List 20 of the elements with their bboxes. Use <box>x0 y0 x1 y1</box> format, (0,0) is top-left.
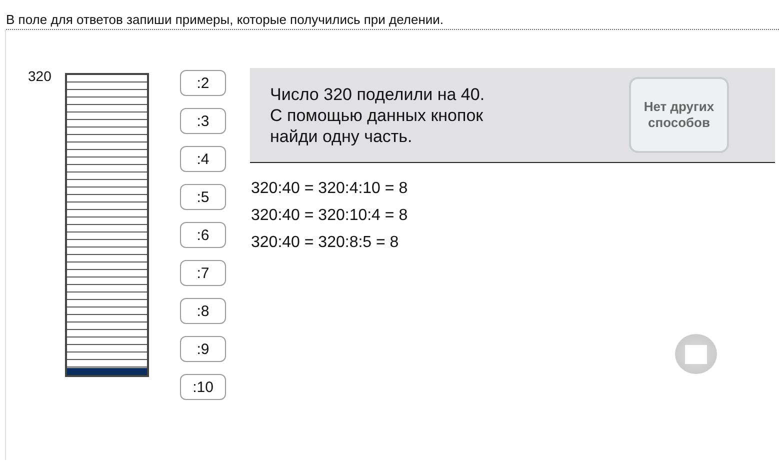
square-icon <box>685 344 707 364</box>
no-other-ways-button[interactable]: Нет других способов <box>629 77 729 153</box>
divide-button[interactable]: :7 <box>180 260 226 286</box>
divide-button[interactable]: :9 <box>180 336 226 362</box>
divide-button[interactable]: :3 <box>180 108 226 134</box>
answer-line: 320:40 = 320:4:10 = 8 <box>251 179 409 198</box>
answer-line: 320:40 = 320:8:5 = 8 <box>251 233 400 252</box>
task-text: С помощью данных кнопок <box>270 104 484 126</box>
check-button[interactable] <box>675 334 717 374</box>
divide-button[interactable]: :6 <box>180 222 226 248</box>
bar-label: 320 <box>28 68 52 84</box>
instruction-text: В поле для ответов запиши примеры, которые получились при делении. <box>6 12 779 30</box>
divide-button[interactable]: :8 <box>180 298 226 324</box>
divide-button[interactable]: :2 <box>180 70 226 96</box>
divide-button[interactable]: :10 <box>180 374 226 400</box>
divide-button[interactable]: :5 <box>180 184 226 210</box>
task-text: Число 320 поделили на 40. <box>270 84 485 104</box>
answer-line: 320:40 = 320:10:4 = 8 <box>251 206 409 225</box>
task-text: найди одну часть. <box>270 126 414 146</box>
divide-button[interactable]: :4 <box>180 146 226 172</box>
